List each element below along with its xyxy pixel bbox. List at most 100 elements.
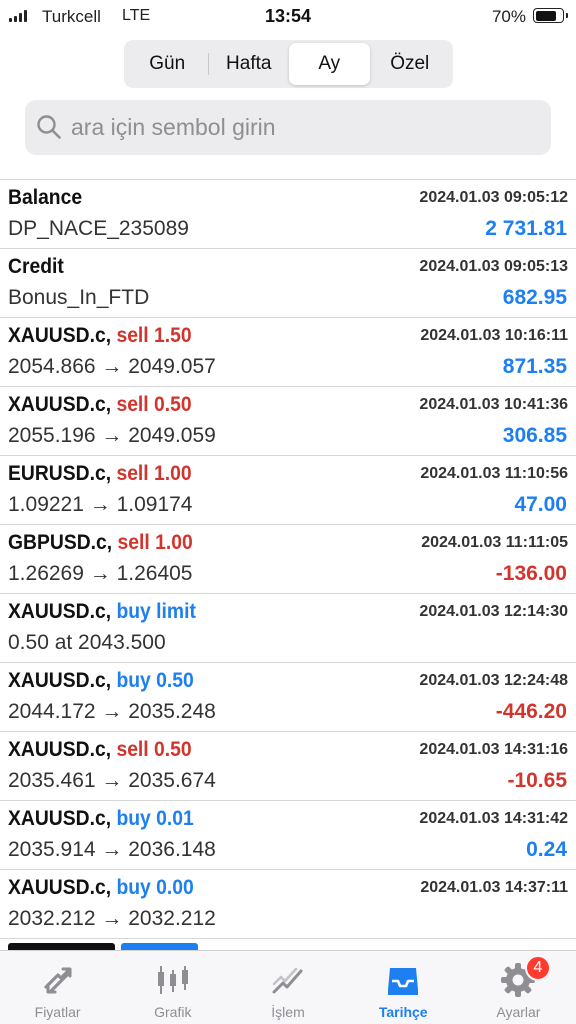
tab-label: Tarihçe — [378, 1004, 428, 1020]
history-icon — [388, 968, 419, 995]
bottom-tab-bar: Fiyatlar Grafik İşlem Tarihçe Ayarlar 4 — [0, 950, 576, 1024]
row-profit: -10.65 — [507, 769, 567, 792]
symbol-name: EURUSD.c, — [8, 462, 112, 485]
symbol-name: XAUUSD.c, — [8, 807, 112, 830]
symbol-name: XAUUSD.c, — [8, 876, 112, 899]
trade-action: sell 1.50 — [116, 324, 192, 347]
history-row[interactable]: EURUSD.c, sell 1.00 1.09221 → 1.09174 2024… — [0, 456, 576, 525]
tab-quotes[interactable]: Fiyatlar — [0, 951, 115, 1024]
row-profit: 2 731.81 — [485, 217, 567, 240]
symbol-name: XAUUSD.c, — [8, 324, 112, 347]
tab-month[interactable]: Ay — [289, 43, 370, 85]
history-list: Balance DP_NACE_235089 2024.01.03 09:05:12… — [0, 179, 576, 953]
row-symbol: XAUUSD.c, sell 0.50 — [8, 393, 192, 417]
history-row[interactable]: Balance DP_NACE_235089 2024.01.03 09:05:12… — [0, 180, 576, 249]
history-row[interactable]: XAUUSD.c, sell 0.50 2055.196 → 2049.059 20… — [0, 387, 576, 456]
tab-day[interactable]: Gün — [127, 43, 208, 85]
row-detail: 2035.461 → 2035.674 — [8, 769, 216, 792]
symbol-name: Balance — [8, 186, 83, 209]
tab-week[interactable]: Hafta — [209, 43, 290, 85]
symbol-search-bar — [25, 100, 551, 155]
row-symbol: Balance — [8, 186, 82, 210]
row-profit: 871.35 — [502, 355, 567, 378]
tab-label: Grafik — [154, 1004, 192, 1020]
row-profit: 0.24 — [526, 838, 567, 861]
symbol-name: Credit — [8, 255, 64, 278]
symbol-name: XAUUSD.c, — [8, 669, 112, 692]
trade-action: sell 1.00 — [117, 531, 193, 554]
row-detail: 2055.196 → 2049.059 — [8, 424, 216, 447]
row-detail: Bonus_In_FTD — [8, 286, 150, 309]
trade-action: buy limit — [116, 600, 196, 623]
tab-chart[interactable]: Grafik — [115, 951, 230, 1024]
row-detail: 2054.866 → 2049.057 — [8, 355, 216, 378]
status-clock: 13:54 — [264, 6, 312, 26]
tab-label: Fiyatlar — [34, 1004, 81, 1020]
row-symbol: XAUUSD.c, buy 0.50 — [8, 669, 194, 693]
row-timestamp: 2024.01.03 10:16:11 — [420, 327, 568, 344]
chart-icon — [157, 966, 188, 994]
quotes-icon — [43, 967, 72, 994]
row-timestamp: 2024.01.03 12:14:30 — [419, 603, 568, 620]
symbol-name: XAUUSD.c, — [8, 738, 112, 761]
trade-action: buy 0.00 — [116, 876, 194, 899]
tab-history[interactable]: Tarihçe — [346, 951, 461, 1024]
battery-percentage: 70% — [491, 7, 526, 26]
row-timestamp: 2024.01.03 11:11:05 — [421, 534, 568, 551]
row-symbol: XAUUSD.c, sell 1.50 — [8, 324, 192, 348]
history-row[interactable]: XAUUSD.c, buy limit 0.50 at 2043.500 2024.… — [0, 594, 576, 663]
row-profit: -446.20 — [495, 700, 567, 723]
row-timestamp: 2024.01.03 10:41:36 — [419, 396, 568, 413]
trade-action: buy 0.50 — [116, 669, 194, 692]
row-profit: -136.00 — [495, 562, 567, 585]
row-detail: 1.26269 → 1.26405 — [8, 562, 193, 585]
row-profit: 306.85 — [502, 424, 567, 447]
row-timestamp: 2024.01.03 09:05:13 — [419, 258, 568, 275]
row-profit: 682.95 — [502, 286, 567, 309]
tab-label: İşlem — [271, 1004, 305, 1020]
row-detail: 2044.172 → 2035.248 — [8, 700, 216, 723]
history-row[interactable]: XAUUSD.c, buy 0.50 2044.172 → 2035.248 202… — [0, 663, 576, 732]
tab-trade[interactable]: İşlem — [230, 951, 345, 1024]
status-bar: Turkcell LTE 13:54 70% — [0, 0, 576, 34]
history-row[interactable]: XAUUSD.c, buy 0.00 2032.212 → 2032.212 202… — [0, 870, 576, 939]
battery-icon — [533, 8, 568, 23]
row-timestamp: 2024.01.03 09:05:12 — [419, 189, 568, 206]
row-timestamp: 2024.01.03 11:10:56 — [420, 465, 568, 482]
row-symbol: Credit — [8, 255, 64, 279]
row-symbol: GBPUSD.c, sell 1.00 — [8, 531, 193, 555]
search-icon — [37, 115, 61, 139]
symbol-name: XAUUSD.c, — [8, 600, 112, 623]
history-row[interactable]: XAUUSD.c, sell 0.50 2035.461 → 2035.674 20… — [0, 732, 576, 801]
period-segmented-control: Gün Hafta Ay Özel — [124, 40, 453, 88]
trade-action: sell 1.00 — [116, 462, 192, 485]
row-timestamp: 2024.01.03 14:31:42 — [419, 810, 568, 827]
row-detail: DP_NACE_235089 — [8, 217, 189, 240]
row-symbol: XAUUSD.c, buy limit — [8, 600, 196, 624]
trade-action: sell 0.50 — [116, 393, 192, 416]
row-timestamp: 2024.01.03 14:31:16 — [419, 741, 568, 758]
search-input[interactable] — [25, 100, 551, 155]
row-symbol: XAUUSD.c, buy 0.00 — [8, 876, 194, 900]
symbol-name: GBPUSD.c, — [8, 531, 113, 554]
row-symbol: XAUUSD.c, sell 0.50 — [8, 738, 192, 762]
trade-action: sell 0.50 — [116, 738, 192, 761]
row-timestamp: 2024.01.03 14:37:11 — [420, 879, 568, 896]
row-profit: 47.00 — [514, 493, 567, 516]
tab-settings[interactable]: Ayarlar 4 — [461, 951, 576, 1024]
symbol-name: XAUUSD.c, — [8, 393, 112, 416]
row-detail: 2035.914 → 2036.148 — [8, 838, 216, 861]
history-row[interactable]: XAUUSD.c, buy 0.01 2035.914 → 2036.148 202… — [0, 801, 576, 870]
trade-icon — [272, 967, 303, 994]
row-symbol: XAUUSD.c, buy 0.01 — [8, 807, 194, 831]
tab-custom[interactable]: Özel — [370, 43, 451, 85]
row-timestamp: 2024.01.03 12:24:48 — [419, 672, 568, 689]
row-symbol: EURUSD.c, sell 1.00 — [8, 462, 192, 486]
row-detail: 1.09221 → 1.09174 — [8, 493, 193, 516]
history-row[interactable]: Credit Bonus_In_FTD 2024.01.03 09:05:13 682… — [0, 249, 576, 318]
notification-badge: 4 — [524, 955, 551, 981]
history-row[interactable]: GBPUSD.c, sell 1.00 1.26269 → 1.26405 2024… — [0, 525, 576, 594]
history-row[interactable]: XAUUSD.c, sell 1.50 2054.866 → 2049.057 20… — [0, 318, 576, 387]
row-detail: 2032.212 → 2032.212 — [8, 907, 216, 930]
tab-label: Ayarlar — [496, 1004, 541, 1020]
